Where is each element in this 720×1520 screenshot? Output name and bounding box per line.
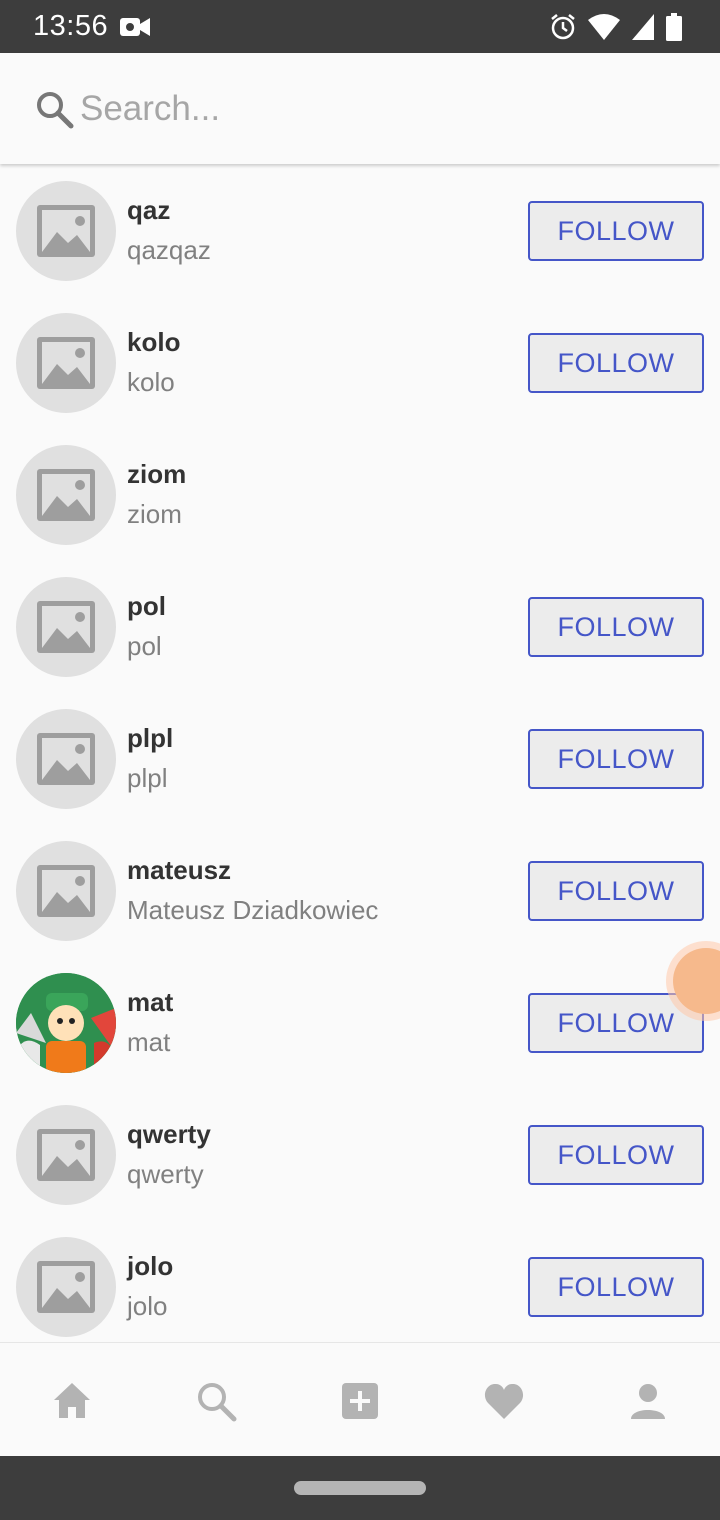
bottom-nav: [0, 1342, 720, 1457]
video-record-icon: [673, 948, 720, 1014]
user-row-jolo[interactable]: jolo jolo FOLLOW: [0, 1221, 720, 1342]
signal-icon: [632, 14, 654, 40]
add-post-icon[interactable]: [338, 1379, 382, 1423]
user-full-name: Mateusz Dziadkowiec: [127, 895, 379, 925]
follow-button[interactable]: FOLLOW: [528, 1125, 704, 1185]
user-full-name: kolo: [127, 367, 175, 397]
avatar[interactable]: [16, 973, 116, 1073]
follow-button[interactable]: FOLLOW: [528, 597, 704, 657]
user-full-name: qwerty: [127, 1159, 204, 1189]
user-row-mateusz[interactable]: mateusz Mateusz Dziadkowiec FOLLOW: [0, 825, 720, 957]
status-bar: 13:56: [0, 0, 720, 53]
profile-icon[interactable]: [626, 1379, 670, 1423]
avatar[interactable]: [16, 841, 116, 941]
user-row-mat[interactable]: mat mat FOLLOW: [0, 957, 720, 1089]
home-gesture-pill[interactable]: [294, 1481, 426, 1495]
image-placeholder-icon: [37, 205, 95, 257]
follow-button[interactable]: FOLLOW: [528, 861, 704, 921]
image-placeholder-icon: [37, 337, 95, 389]
search-icon[interactable]: [194, 1379, 238, 1423]
user-full-name: plpl: [127, 763, 168, 793]
alarm-icon: [551, 14, 575, 40]
heart-icon[interactable]: [482, 1379, 526, 1423]
follow-button[interactable]: FOLLOW: [528, 1257, 704, 1317]
follow-button[interactable]: FOLLOW: [528, 333, 704, 393]
username: qaz: [127, 195, 171, 225]
username: jolo: [127, 1251, 174, 1281]
user-full-name: mat: [127, 1027, 171, 1057]
avatar[interactable]: [16, 709, 116, 809]
search-bar: [0, 53, 720, 164]
user-row-pol[interactable]: pol pol FOLLOW: [0, 561, 720, 693]
system-nav-bar: [0, 1456, 720, 1520]
home-icon[interactable]: [50, 1379, 94, 1423]
image-placeholder-icon: [37, 865, 95, 917]
username: pol: [127, 591, 166, 621]
image-placeholder-icon: [37, 1261, 95, 1313]
avatar[interactable]: [16, 181, 116, 281]
video-record-icon: [120, 18, 150, 36]
username: plpl: [127, 723, 174, 753]
follow-button[interactable]: FOLLOW: [528, 201, 704, 261]
user-row-qaz[interactable]: qaz qazqaz FOLLOW: [0, 165, 720, 297]
avatar[interactable]: [16, 1105, 116, 1205]
username: ziom: [127, 459, 187, 489]
avatar[interactable]: [16, 313, 116, 413]
search-icon: [37, 92, 74, 129]
status-icons: [550, 12, 682, 42]
user-full-name: ziom: [127, 499, 182, 529]
user-full-name: pol: [127, 631, 162, 661]
follow-button[interactable]: FOLLOW: [528, 729, 704, 789]
user-row-qwerty[interactable]: qwerty qwerty FOLLOW: [0, 1089, 720, 1221]
search-input[interactable]: [80, 83, 680, 135]
user-row-kolo[interactable]: kolo kolo FOLLOW: [0, 297, 720, 429]
avatar[interactable]: [16, 445, 116, 545]
battery-icon: [666, 13, 682, 41]
image-placeholder-icon: [37, 733, 95, 785]
avatar[interactable]: [16, 577, 116, 677]
username: mateusz: [127, 855, 232, 885]
user-full-name: qazqaz: [127, 235, 211, 265]
image-placeholder-icon: [37, 1129, 95, 1181]
user-row-ziom[interactable]: ziom ziom: [0, 429, 720, 561]
username: qwerty: [127, 1119, 211, 1149]
image-placeholder-icon: [37, 469, 95, 521]
avatar-photo: [16, 973, 116, 1073]
avatar[interactable]: [16, 1237, 116, 1337]
username: mat: [127, 987, 174, 1017]
user-full-name: jolo: [127, 1291, 168, 1321]
image-placeholder-icon: [37, 601, 95, 653]
username: kolo: [127, 327, 181, 357]
user-row-plpl[interactable]: plpl plpl FOLLOW: [0, 693, 720, 825]
user-list: qaz qazqaz FOLLOW kolo kolo FOLLOW ziom …: [0, 165, 720, 1342]
status-time: 13:56: [33, 10, 109, 42]
wifi-icon: [588, 14, 620, 40]
